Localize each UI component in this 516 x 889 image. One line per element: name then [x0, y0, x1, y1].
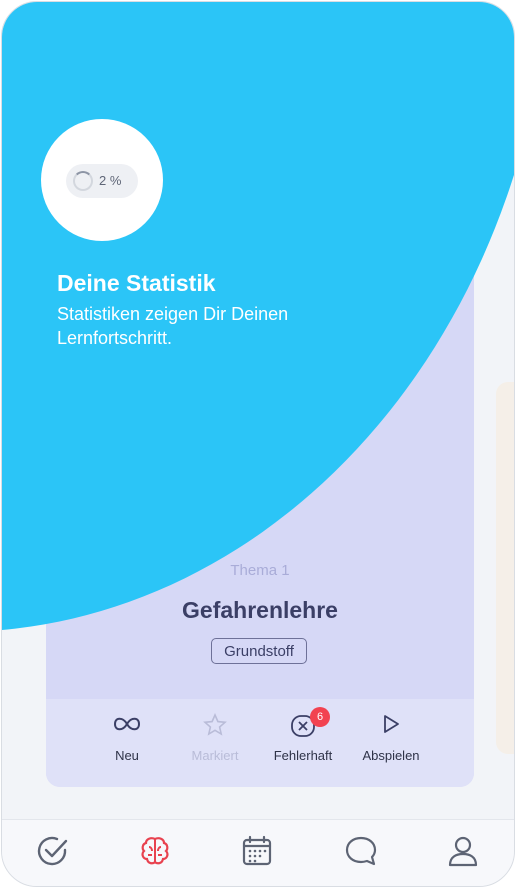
- choose-topic-link[interactable]: Thema wählen: [46, 32, 158, 52]
- new-label: Neu: [115, 748, 139, 763]
- chat-icon: [345, 836, 377, 866]
- next-card-peek[interactable]: [496, 382, 514, 754]
- brain-icon: [141, 837, 169, 865]
- star-icon: [170, 713, 260, 741]
- bottom-tab-bar: [2, 819, 514, 886]
- phone-screen: Thema wählen Design wechseln 1% Thema 1 …: [1, 1, 515, 887]
- topic-tag: Grundstoff: [211, 638, 307, 664]
- play-button[interactable]: Abspielen: [346, 713, 436, 763]
- topic-card[interactable]: Thema 1 Gefahrenlehre Grundstoff Neu Mar…: [46, 142, 474, 787]
- illustration-bar: [193, 337, 321, 343]
- tab-chat[interactable]: [344, 834, 384, 874]
- faulty-button[interactable]: 6 Fehlerhaft: [258, 707, 348, 763]
- user-icon: [448, 836, 478, 867]
- calendar-icon: [242, 835, 272, 866]
- tab-check[interactable]: [36, 834, 76, 874]
- marked-label: Markiert: [191, 748, 239, 763]
- illustration-bar: [193, 279, 321, 285]
- new-button[interactable]: Neu: [82, 713, 172, 763]
- check-circle-icon: [37, 836, 68, 866]
- topic-number: Thema 1: [230, 562, 290, 579]
- x-box-icon: [258, 713, 348, 741]
- traffic-light-illustration: [193, 255, 321, 457]
- play-icon: [346, 713, 436, 741]
- marked-button[interactable]: Markiert: [170, 713, 260, 763]
- faulty-label: Fehlerhaft: [273, 748, 333, 763]
- play-label: Abspielen: [362, 748, 420, 763]
- top-bar: Thema wählen Design wechseln 1%: [2, 2, 514, 122]
- topic-title: Gefahrenlehre: [182, 597, 338, 623]
- infinity-icon: [82, 713, 172, 741]
- tab-calendar[interactable]: [240, 834, 280, 874]
- card-actions: Neu Markiert 6 Fehlerhaft Abspielen: [46, 699, 474, 787]
- illustration-bar: [193, 395, 321, 401]
- design-icon: [268, 34, 294, 52]
- error-count-badge: 6: [310, 707, 330, 727]
- progress-label: 1%: [46, 76, 65, 91]
- tab-learn[interactable]: [138, 834, 178, 874]
- tab-profile[interactable]: [446, 834, 486, 874]
- options-icon[interactable]: [440, 88, 458, 106]
- change-design-link[interactable]: Design wechseln: [341, 32, 470, 52]
